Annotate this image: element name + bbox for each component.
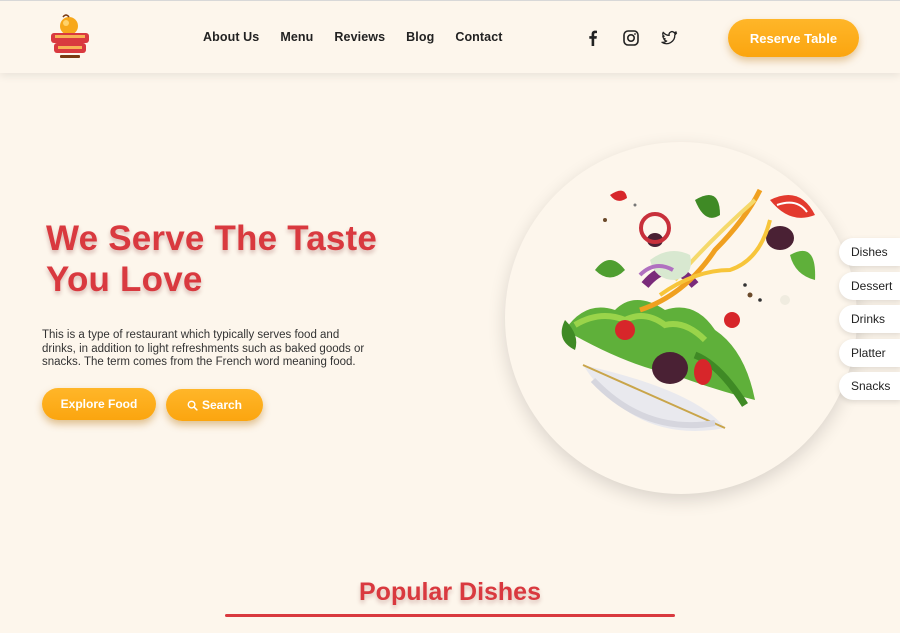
main-nav: About Us Menu Reviews Blog Contact [203,30,524,44]
nav-reviews[interactable]: Reviews [334,30,385,44]
category-drinks[interactable]: Drinks [839,305,900,334]
explore-food-label: Explore Food [60,397,138,411]
explore-food-button[interactable]: Explore Food [42,388,156,420]
nav-contact[interactable]: Contact [455,30,502,44]
search-label: Search [201,398,243,412]
category-platter[interactable]: Platter [839,338,900,367]
nav-blog[interactable]: Blog [406,30,434,44]
social-links [584,29,698,47]
category-dishes[interactable]: Dishes [839,238,900,266]
page: About Us Menu Reviews Blog Contact Reser… [0,0,900,633]
section-divider [225,614,675,617]
salad-bowl-image [561,188,816,431]
category-dessert[interactable]: Dessert [839,271,900,300]
logo-icon [51,14,89,58]
hero-title-line-1: We Serve The Taste [46,219,378,258]
nav-about-us[interactable]: About Us [203,30,259,44]
reserve-table-button[interactable]: Reserve Table [728,19,859,57]
hero-description: This is a type of restaurant which typic… [42,329,365,368]
instagram-icon[interactable] [622,29,640,47]
hero-title-line-2: You Love [46,260,203,299]
restaurant-logo[interactable] [48,13,92,61]
facebook-icon[interactable] [584,29,602,47]
twitter-icon[interactable] [660,29,678,47]
nav-menu[interactable]: Menu [280,30,313,44]
search-icon [187,400,198,411]
category-list: Dishes Dessert Drinks Platter Snacks [839,238,900,406]
hero-title: We Serve The Taste You Love [46,218,446,300]
search-button[interactable]: Search [166,389,263,421]
category-snacks[interactable]: Snacks [839,372,900,401]
site-header: About Us Menu Reviews Blog Contact Reser… [0,0,900,73]
popular-dishes-title: Popular Dishes [359,578,541,606]
